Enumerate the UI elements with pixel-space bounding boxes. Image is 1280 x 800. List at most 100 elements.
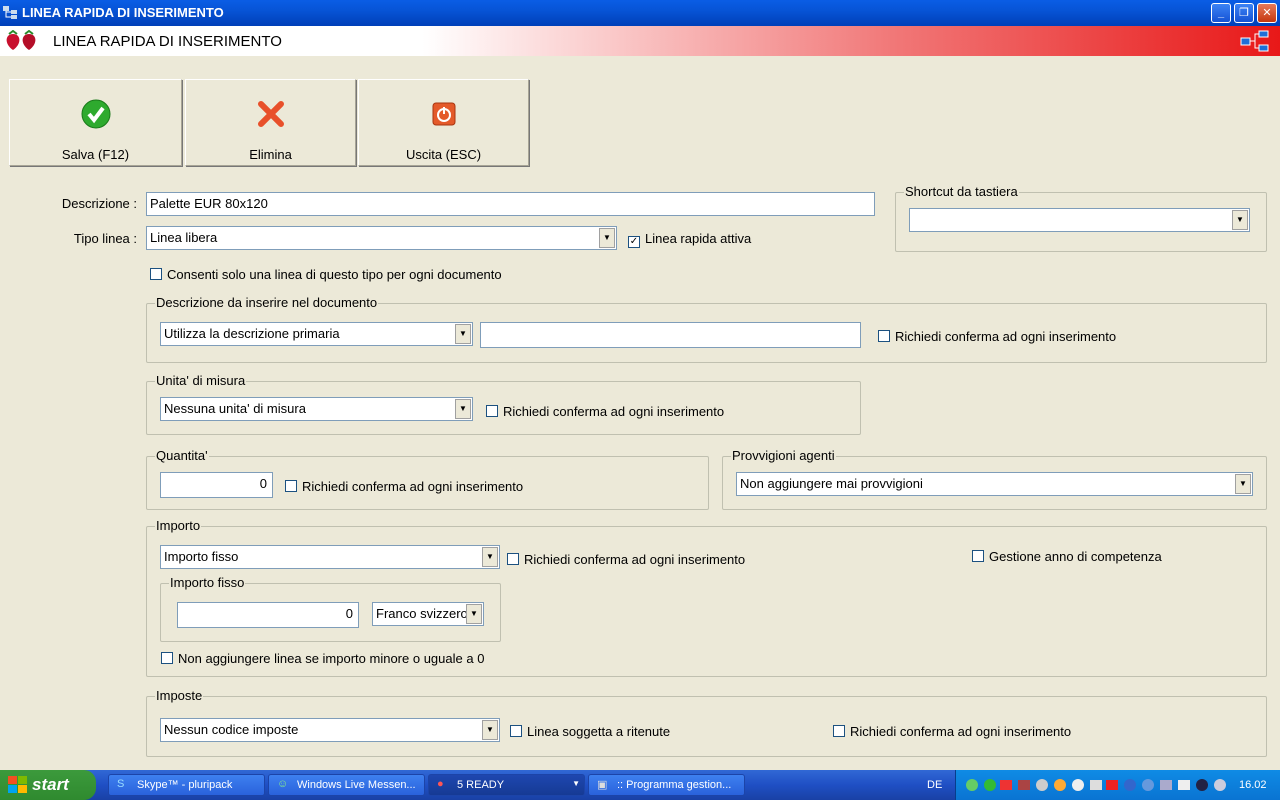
- tipo-linea-label: Tipo linea :: [73, 231, 137, 246]
- taskbar-item-ready[interactable]: ● 5 READY ▼: [428, 774, 585, 796]
- tray-icons[interactable]: [966, 777, 1231, 793]
- restore-icon: ❐: [1239, 7, 1249, 19]
- valuta-value: Franco svizzero: [376, 606, 468, 621]
- importo-confirm-checkbox[interactable]: Richiedi conferma ad ogni inserimento: [507, 552, 745, 567]
- maximize-button[interactable]: ❐: [1234, 3, 1254, 23]
- minimize-button[interactable]: _: [1211, 3, 1231, 23]
- importo-confirm-label: Richiedi conferma ad ogni inserimento: [524, 552, 746, 567]
- descrizione-documento-input[interactable]: [480, 322, 861, 348]
- chevron-down-icon[interactable]: ▼: [482, 720, 498, 740]
- chevron-down-icon[interactable]: ▼: [599, 228, 615, 248]
- taskbar-item-messenger[interactable]: ☺ Windows Live Messen...: [268, 774, 425, 796]
- start-button[interactable]: start: [0, 770, 96, 800]
- window-title: LINEA RAPIDA DI INSERIMENTO: [22, 5, 224, 20]
- checkbox-icon[interactable]: [878, 330, 890, 342]
- clock: 16.02: [1239, 779, 1267, 791]
- linea-rapida-attiva-checkbox[interactable]: ✓ Linea rapida attiva: [628, 231, 751, 248]
- importo-select[interactable]: Importo fisso ▼: [160, 545, 500, 569]
- windows-logo-icon: [8, 776, 27, 793]
- checkbox-icon[interactable]: [285, 480, 297, 492]
- quantita-confirm-checkbox[interactable]: Richiedi conferma ad ogni inserimento: [285, 479, 523, 494]
- taskbar-item-skype[interactable]: S Skype™ - pluripack: [108, 774, 265, 796]
- imposte-value: Nessun codice imposte: [164, 722, 299, 737]
- checkbox-checked-icon[interactable]: ✓: [628, 236, 640, 248]
- descrizione-input[interactable]: Palette EUR 80x120: [146, 192, 875, 216]
- page-title: LINEA RAPIDA DI INSERIMENTO: [53, 33, 282, 50]
- checkbox-icon[interactable]: [150, 268, 162, 280]
- non-aggiungere-checkbox[interactable]: Non aggiungere linea se importo minore o…: [161, 651, 484, 666]
- chevron-down-icon[interactable]: ▼: [1232, 210, 1248, 230]
- taskbar-item-label: Windows Live Messen...: [297, 779, 416, 791]
- checkmark-icon: [81, 99, 110, 129]
- unita-misura-select[interactable]: Nessuna unita' di misura ▼: [160, 397, 473, 421]
- gestione-anno-checkbox[interactable]: Gestione anno di competenza: [972, 549, 1162, 564]
- checkbox-icon[interactable]: [486, 405, 498, 417]
- save-button[interactable]: Salva (F12): [9, 79, 182, 166]
- taskbar-item-label: :: Programma gestion...: [617, 779, 732, 791]
- app-tree-icon: [3, 6, 17, 19]
- strawberry-icon: ●: [437, 778, 444, 790]
- start-label: start: [32, 775, 69, 794]
- provvigioni-select[interactable]: Non aggiungere mai provvigioni ▼: [736, 472, 1253, 496]
- unita-misura-value: Nessuna unita' di misura: [164, 401, 306, 416]
- consenti-label: Consenti solo una linea di questo tipo p…: [167, 267, 502, 282]
- exit-button[interactable]: Uscita (ESC): [358, 79, 529, 166]
- taskbar-item-label: 5 READY: [457, 779, 505, 791]
- linea-rapida-attiva-label: Linea rapida attiva: [645, 231, 752, 246]
- unita-misura-confirm-checkbox[interactable]: Richiedi conferma ad ogni inserimento: [486, 404, 724, 419]
- imposte-legend: Imposte: [155, 688, 204, 703]
- system-tray: 16.02: [955, 770, 1280, 800]
- power-icon: [432, 102, 455, 126]
- descrizione-label: Descrizione :: [61, 196, 137, 211]
- messenger-icon: ☺: [277, 778, 289, 790]
- checkbox-icon[interactable]: [507, 553, 519, 565]
- descrizione-documento-select[interactable]: Utilizza la descrizione primaria ▼: [160, 322, 473, 346]
- chevron-down-icon[interactable]: ▼: [1235, 474, 1251, 494]
- provvigioni-legend: Provvigioni agenti: [731, 448, 836, 463]
- imposte-confirm-label: Richiedi conferma ad ogni inserimento: [850, 724, 1072, 739]
- delete-button[interactable]: Elimina: [185, 79, 356, 166]
- descrizione-documento-legend: Descrizione da inserire nel documento: [155, 295, 379, 310]
- imposte-confirm-checkbox[interactable]: Richiedi conferma ad ogni inserimento: [833, 724, 1071, 739]
- minimize-icon: _: [1217, 7, 1225, 19]
- descrizione-documento-confirm-label: Richiedi conferma ad ogni inserimento: [895, 329, 1117, 344]
- window-icon: ▣: [597, 779, 608, 791]
- taskbar-item-programma[interactable]: ▣ :: Programma gestion...: [588, 774, 745, 796]
- ritenute-label: Linea soggetta a ritenute: [527, 724, 671, 739]
- checkbox-icon[interactable]: [972, 550, 984, 562]
- window-titlebar[interactable]: LINEA RAPIDA DI INSERIMENTO _ ❐ ✕: [0, 0, 1280, 26]
- chevron-down-icon[interactable]: ▼: [455, 399, 471, 419]
- checkbox-icon[interactable]: [510, 725, 522, 737]
- consenti-checkbox[interactable]: Consenti solo una linea di questo tipo p…: [150, 267, 502, 282]
- ritenute-checkbox[interactable]: Linea soggetta a ritenute: [510, 724, 670, 739]
- language-indicator[interactable]: DE: [927, 779, 942, 791]
- provvigioni-value: Non aggiungere mai provvigioni: [740, 476, 923, 491]
- delete-x-icon: [257, 101, 284, 127]
- checkbox-icon[interactable]: [833, 725, 845, 737]
- importo-fisso-input[interactable]: 0: [177, 602, 359, 628]
- chevron-down-icon[interactable]: ▼: [572, 779, 580, 788]
- quantita-input[interactable]: 0: [160, 472, 273, 498]
- close-icon: ✕: [1262, 7, 1272, 19]
- descrizione-documento-confirm-checkbox[interactable]: Richiedi conferma ad ogni inserimento: [878, 329, 1116, 344]
- chevron-down-icon[interactable]: ▼: [466, 604, 482, 624]
- descrizione-documento-value: Utilizza la descrizione primaria: [164, 326, 340, 341]
- quantita-legend: Quantita': [155, 448, 209, 463]
- imposte-select[interactable]: Nessun codice imposte ▼: [160, 718, 500, 742]
- shortcut-select[interactable]: ▼: [909, 208, 1250, 232]
- taskbar-item-label: Skype™ - pluripack: [137, 779, 233, 791]
- close-button[interactable]: ✕: [1257, 3, 1277, 23]
- importo-legend: Importo: [155, 518, 202, 533]
- network-tree-icon[interactable]: [1240, 30, 1270, 52]
- importo-fisso-legend: Importo fisso: [169, 575, 246, 590]
- checkbox-icon[interactable]: [161, 652, 173, 664]
- valuta-select[interactable]: Franco svizzero ▼: [372, 602, 484, 626]
- chevron-down-icon[interactable]: ▼: [482, 547, 498, 567]
- unita-misura-legend: Unita' di misura: [155, 373, 247, 388]
- tipo-linea-select[interactable]: Linea libera ▼: [146, 226, 617, 250]
- exit-label: Uscita (ESC): [405, 147, 482, 162]
- importo-value: Importo fisso: [164, 549, 239, 564]
- unita-misura-confirm-label: Richiedi conferma ad ogni inserimento: [503, 404, 725, 419]
- quantita-confirm-label: Richiedi conferma ad ogni inserimento: [302, 479, 524, 494]
- chevron-down-icon[interactable]: ▼: [455, 324, 471, 344]
